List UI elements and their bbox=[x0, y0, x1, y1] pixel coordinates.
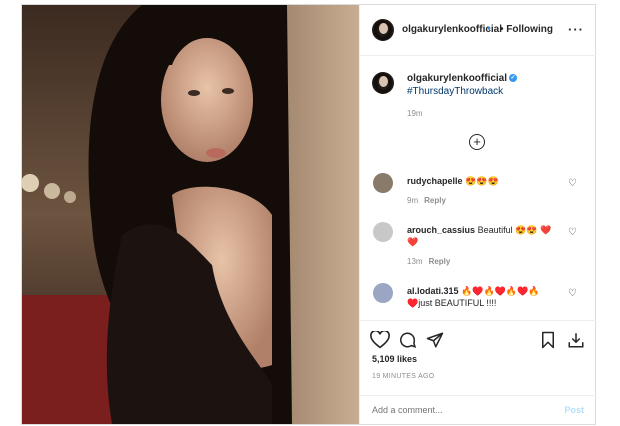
more-options-icon[interactable]: ··· bbox=[568, 22, 584, 37]
post-comment-button[interactable]: Post bbox=[564, 405, 584, 415]
comment-text-1: rudychapelle 😍😍😍 bbox=[407, 175, 557, 187]
comment-avatar[interactable] bbox=[373, 283, 393, 303]
caption-username-text: olgakurylenkoofficial bbox=[407, 73, 508, 84]
following-button[interactable]: • Following bbox=[500, 24, 553, 35]
comment-time: 9m bbox=[407, 196, 419, 205]
download-icon[interactable] bbox=[567, 331, 585, 349]
caption-username[interactable]: olgakurylenkoofficial ✓ bbox=[407, 73, 518, 84]
comment-avatar[interactable] bbox=[373, 222, 393, 242]
post-sidebar: olgakurylenkoofficial ◖ • Following ··· … bbox=[359, 5, 596, 424]
caption-time: 19m bbox=[407, 109, 423, 118]
verified-icon: ◖ bbox=[486, 23, 492, 33]
share-icon[interactable] bbox=[426, 331, 444, 349]
likes-count[interactable]: 5,109 likes bbox=[372, 354, 417, 364]
comment-time: 13m bbox=[407, 257, 423, 266]
load-more-comments-icon[interactable]: + bbox=[469, 134, 485, 150]
add-comment-bar: Post bbox=[360, 395, 596, 426]
post-timestamp: 19 MINUTES AGO bbox=[372, 373, 435, 380]
post-actions: 5,109 likes 19 MINUTES AGO Post bbox=[360, 320, 596, 425]
like-heart-icon[interactable] bbox=[370, 331, 390, 349]
caption-avatar[interactable] bbox=[372, 72, 394, 94]
comment-text-2: arouch_cassius Beautiful 😍😍 ❤️❤️ bbox=[407, 224, 557, 248]
save-bookmark-icon[interactable] bbox=[540, 331, 556, 349]
reply-button[interactable]: Reply bbox=[424, 196, 446, 205]
verified-badge-icon: ✓ bbox=[509, 74, 518, 83]
add-comment-input[interactable] bbox=[370, 404, 544, 416]
comment-text-3: al.lodati.315 🔥♥️🔥♥️🔥♥️🔥♥️just BEAUTIFUL… bbox=[407, 285, 557, 309]
post-header: olgakurylenkoofficial ◖ • Following ··· bbox=[360, 5, 596, 56]
comment-username[interactable]: rudychapelle bbox=[407, 176, 463, 186]
like-comment-icon[interactable]: ♡ bbox=[568, 288, 577, 299]
like-comment-icon[interactable]: ♡ bbox=[568, 178, 577, 189]
caption-hashtag[interactable]: #ThursdayThrowback bbox=[407, 86, 503, 97]
comment-username[interactable]: al.lodati.315 bbox=[407, 286, 459, 296]
account-avatar[interactable] bbox=[372, 19, 394, 41]
comment-avatar[interactable] bbox=[373, 173, 393, 193]
comment-username[interactable]: arouch_cassius bbox=[407, 225, 475, 235]
comment-meta: 13m Reply bbox=[407, 257, 450, 266]
comment-bubble-icon[interactable] bbox=[398, 331, 417, 349]
like-comment-icon[interactable]: ♡ bbox=[568, 227, 577, 238]
post-photo[interactable] bbox=[22, 5, 359, 424]
comment-meta: 9m Reply bbox=[407, 196, 446, 205]
reply-button[interactable]: Reply bbox=[429, 257, 451, 266]
following-label: Following bbox=[506, 24, 553, 35]
instagram-post: olgakurylenkoofficial ◖ • Following ··· … bbox=[21, 4, 596, 425]
comment-body: 😍😍😍 bbox=[465, 176, 499, 186]
